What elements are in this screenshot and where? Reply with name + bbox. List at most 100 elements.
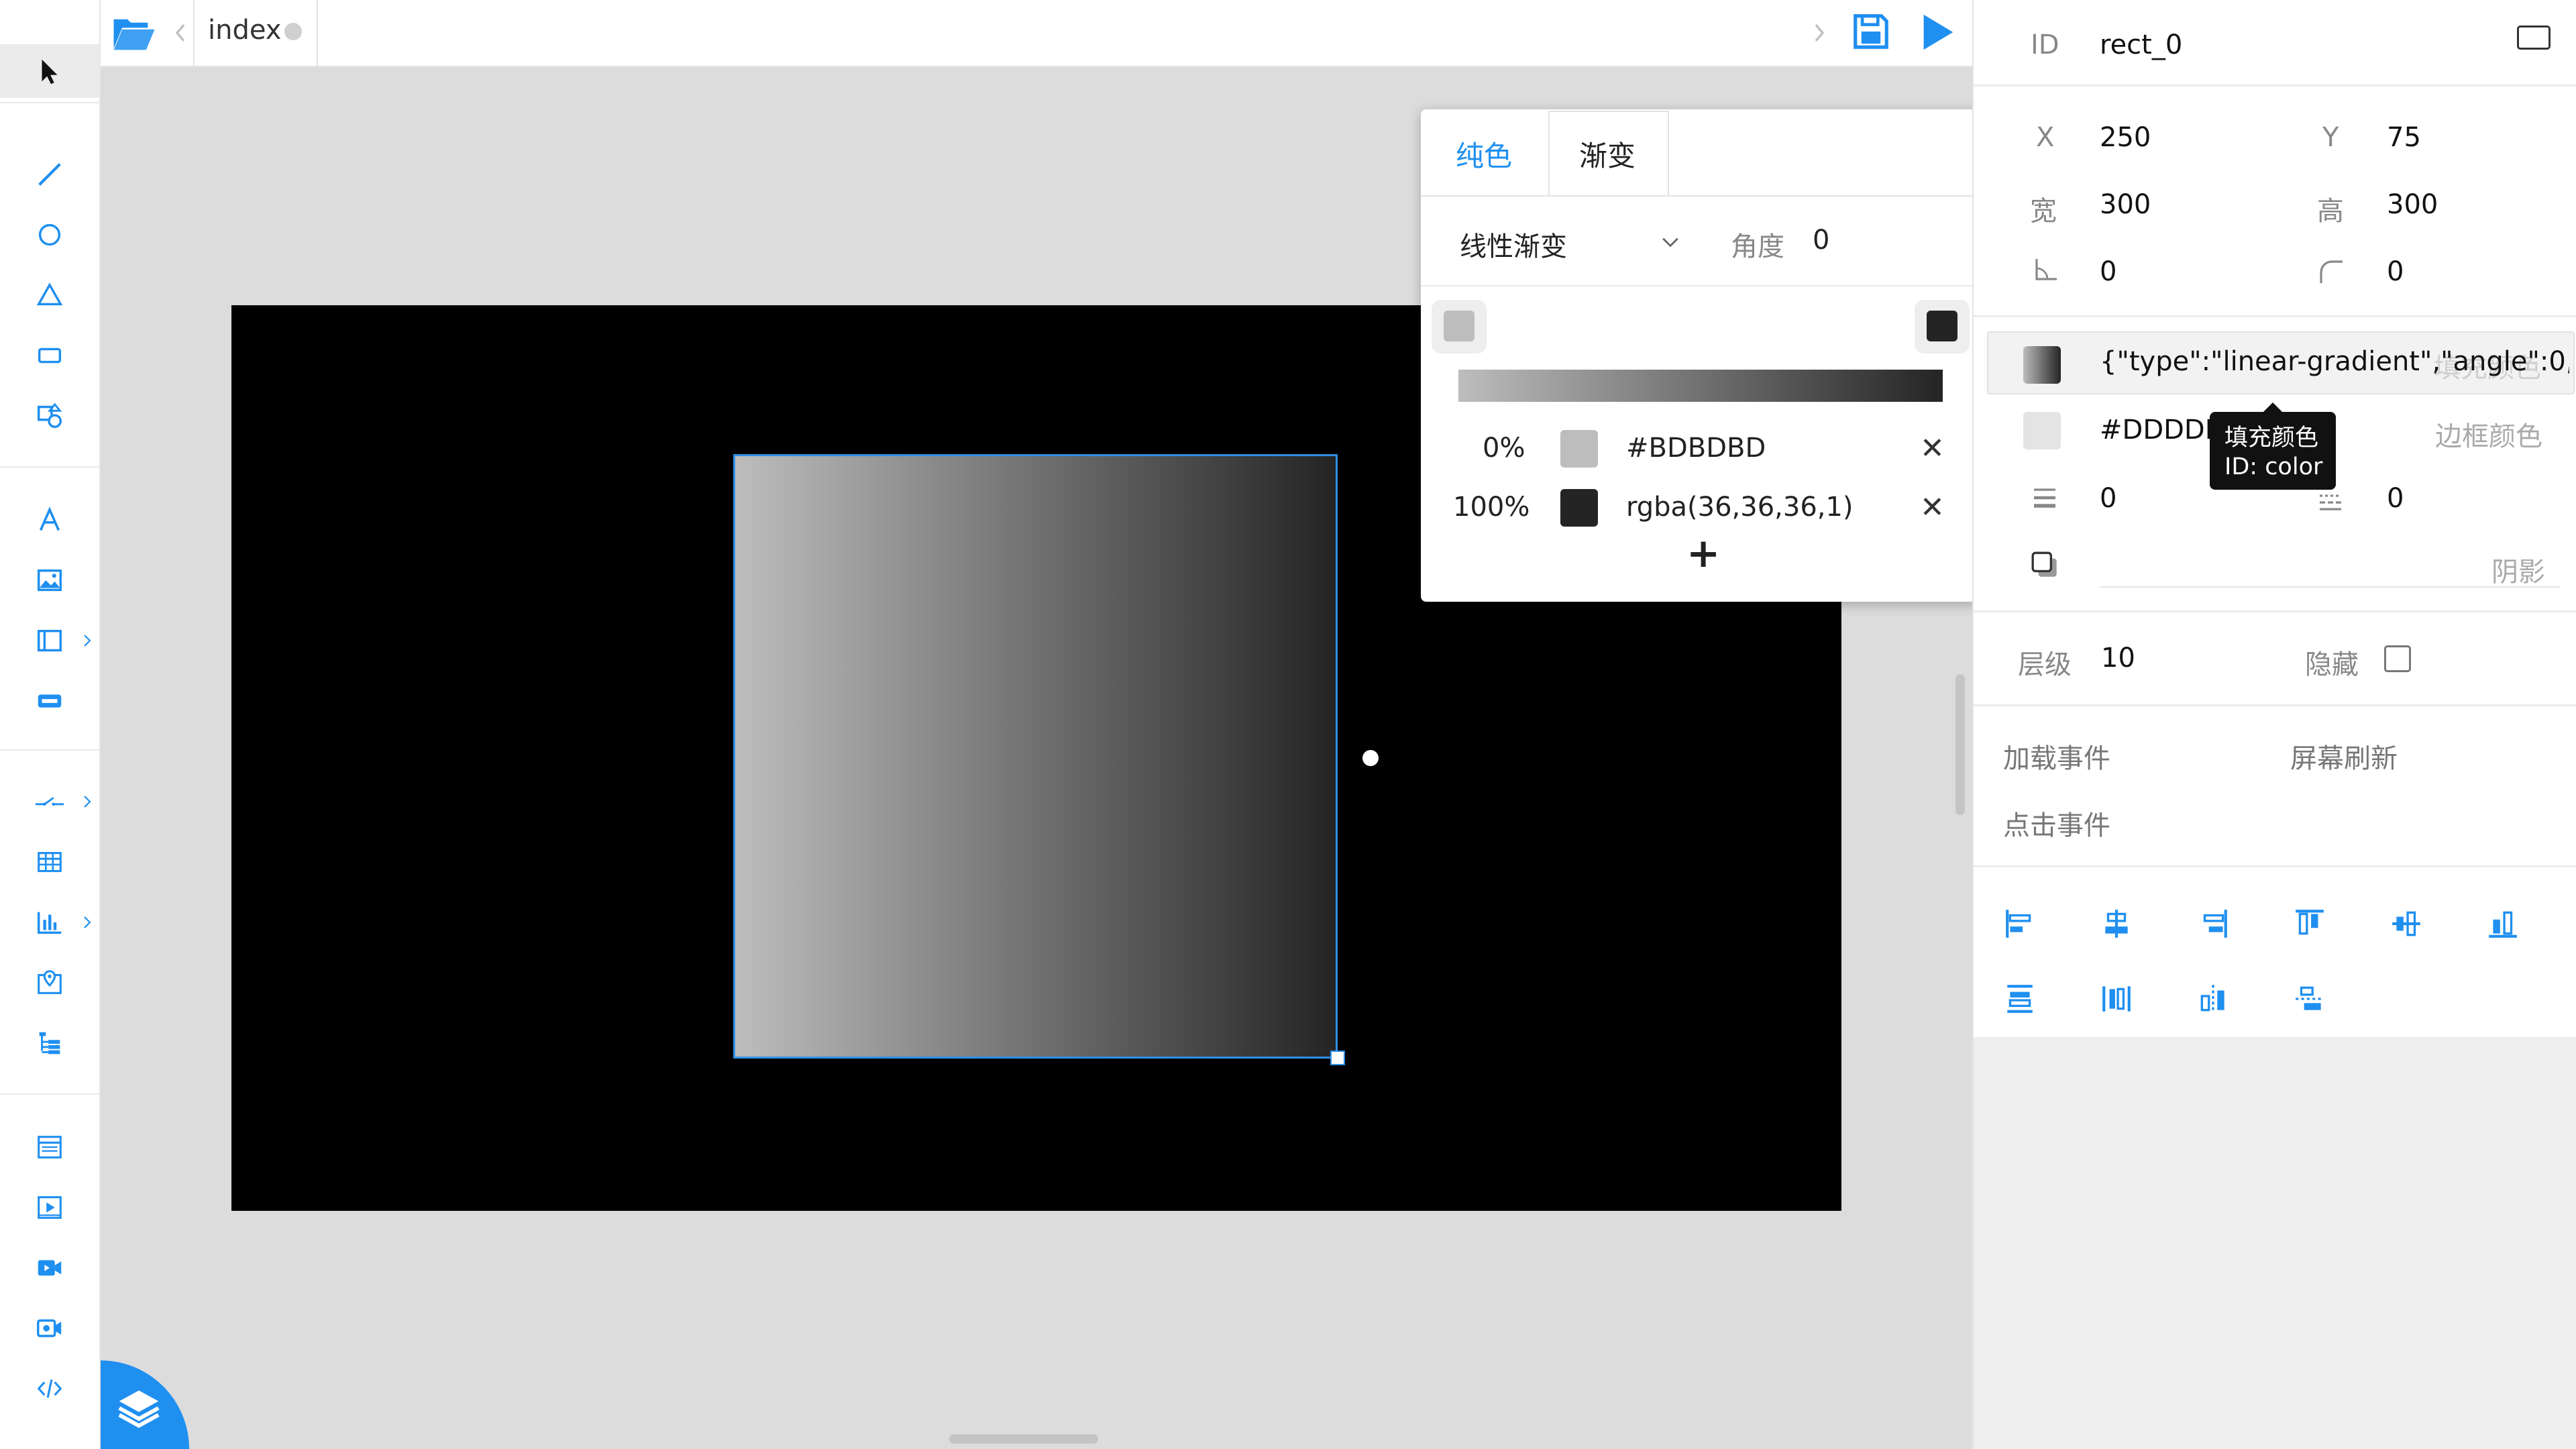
stop-color-swatch-0[interactable] — [1560, 430, 1598, 468]
shapes-tool[interactable] — [0, 389, 99, 443]
panel-divider — [1974, 315, 2576, 317]
radius-input[interactable]: 0 — [2387, 256, 2404, 287]
space-vertical-icon[interactable] — [2293, 982, 2326, 1016]
cursor-tool[interactable] — [0, 44, 99, 98]
toolbar-divider — [0, 466, 99, 468]
frame-tool[interactable] — [0, 614, 99, 667]
panel-empty-area — [1974, 1037, 2576, 1449]
button-icon — [38, 694, 62, 708]
page-tool[interactable] — [0, 1120, 99, 1174]
id-input[interactable]: rect_0 — [2100, 30, 2182, 60]
fill-color-swatch[interactable] — [2023, 346, 2061, 384]
align-left-icon[interactable] — [2003, 907, 2037, 941]
chevron-right-icon[interactable] — [79, 914, 95, 930]
id-label: ID — [2031, 30, 2059, 60]
map-tool[interactable] — [0, 956, 99, 1010]
stop-offset-1[interactable]: 100% — [1453, 492, 1529, 523]
distribute-horizontal-icon[interactable] — [2100, 982, 2133, 1016]
code-icon — [37, 1379, 62, 1398]
rectangle-tool[interactable] — [0, 329, 99, 382]
screen-refresh-button[interactable]: 屏幕刷新 — [2290, 737, 2398, 775]
width-input[interactable]: 300 — [2100, 189, 2151, 220]
fill-color-input[interactable]: {"type":"linear-gradient","angle":0," — [2100, 346, 2569, 377]
gradient-type-select[interactable]: 线性渐变 — [1460, 225, 1567, 264]
table-icon — [38, 852, 62, 872]
tooltip-id: ID: color — [2224, 453, 2323, 480]
rotate-handle[interactable] — [1362, 750, 1379, 766]
chevron-down-icon[interactable] — [1658, 230, 1682, 254]
distribute-vertical-icon[interactable] — [2003, 982, 2037, 1016]
border-color-swatch[interactable] — [2023, 412, 2061, 449]
triangle-icon — [36, 282, 63, 306]
stop-offset-0[interactable]: 0% — [1483, 433, 1525, 464]
code-tool[interactable] — [0, 1362, 99, 1415]
tab-divider — [317, 0, 318, 66]
circle-tool[interactable] — [0, 208, 99, 262]
switch-icon — [35, 797, 64, 806]
hidden-checkbox[interactable] — [2384, 645, 2411, 672]
panel-divider — [1974, 610, 2576, 612]
tab-solid-color[interactable]: 纯色 — [1456, 133, 1512, 174]
tooltip-title: 填充颜色 — [2224, 425, 2319, 451]
shadow-input[interactable]: 阴影 — [2491, 550, 2545, 589]
save-icon[interactable] — [1850, 11, 1892, 52]
horizontal-scrollbar[interactable] — [949, 1434, 1098, 1444]
chevron-right-icon[interactable] — [79, 794, 95, 810]
chevron-left-icon[interactable] — [171, 21, 190, 44]
x-input[interactable]: 250 — [2100, 122, 2151, 153]
align-right-icon[interactable] — [2196, 907, 2230, 941]
align-center-vertical-icon[interactable] — [2390, 907, 2423, 941]
shadow-icon — [2031, 551, 2057, 577]
angle-input[interactable]: 0 — [1813, 225, 1829, 256]
play-icon[interactable] — [1917, 11, 1957, 54]
vertical-scrollbar[interactable] — [1955, 674, 1965, 815]
selected-rectangle[interactable] — [733, 454, 1338, 1059]
table-tool[interactable] — [0, 835, 99, 889]
chart-tool[interactable] — [0, 896, 99, 949]
border-width-input[interactable]: 0 — [2100, 483, 2116, 514]
load-event-button[interactable]: 加载事件 — [2003, 737, 2110, 775]
border-color-input[interactable]: #DDDDD — [2100, 415, 2226, 445]
stop-color-value-1[interactable]: rgba(36,36,36,1) — [1626, 492, 1854, 523]
gradient-stop-marker-end[interactable] — [1915, 300, 1970, 354]
layer-input[interactable]: 10 — [2101, 643, 2135, 674]
rotate-input[interactable]: 0 — [2100, 256, 2116, 287]
tree-tool[interactable] — [0, 1016, 99, 1070]
camera-tool[interactable] — [0, 1301, 99, 1355]
line-tool[interactable] — [0, 148, 99, 201]
file-tab-label[interactable]: index — [208, 15, 281, 46]
chevron-right-icon[interactable] — [1810, 21, 1829, 44]
video-tool[interactable] — [0, 1241, 99, 1295]
remove-stop-icon[interactable]: ✕ — [1920, 431, 1945, 466]
gradient-stop-marker-start[interactable] — [1432, 300, 1487, 354]
y-label: Y — [2322, 122, 2339, 153]
resize-handle[interactable] — [1330, 1051, 1345, 1065]
screen-frame-icon[interactable] — [2517, 25, 2551, 50]
stop-color-value-0[interactable]: #BDBDBD — [1626, 433, 1766, 464]
tab-gradient[interactable]: 渐变 — [1579, 133, 1635, 174]
click-event-button[interactable]: 点击事件 — [2003, 804, 2110, 843]
image-tool[interactable] — [0, 553, 99, 607]
align-bottom-icon[interactable] — [2486, 907, 2520, 941]
media-tool[interactable] — [0, 1181, 99, 1234]
chevron-right-icon[interactable] — [79, 633, 95, 649]
switch-tool[interactable] — [0, 775, 99, 828]
border-width-icon — [2034, 488, 2055, 508]
height-input[interactable]: 300 — [2387, 189, 2438, 220]
y-input[interactable]: 75 — [2387, 122, 2421, 153]
panel-divider — [1974, 85, 2576, 87]
image-icon — [37, 569, 62, 592]
align-top-icon[interactable] — [2293, 907, 2326, 941]
add-stop-icon[interactable]: + — [1686, 533, 1720, 574]
gradient-preview-bar[interactable] — [1458, 370, 1943, 402]
stop-color-swatch-1[interactable] — [1560, 489, 1598, 527]
toolbar-divider — [0, 102, 99, 103]
border-style-input[interactable]: 0 — [2387, 483, 2404, 514]
align-center-horizontal-icon[interactable] — [2100, 907, 2133, 941]
remove-stop-icon[interactable]: ✕ — [1920, 490, 1945, 525]
button-tool[interactable] — [0, 674, 99, 728]
space-horizontal-icon[interactable] — [2196, 982, 2230, 1016]
text-tool[interactable] — [0, 493, 99, 547]
triangle-tool[interactable] — [0, 268, 99, 322]
folder-open-icon[interactable] — [112, 13, 156, 52]
